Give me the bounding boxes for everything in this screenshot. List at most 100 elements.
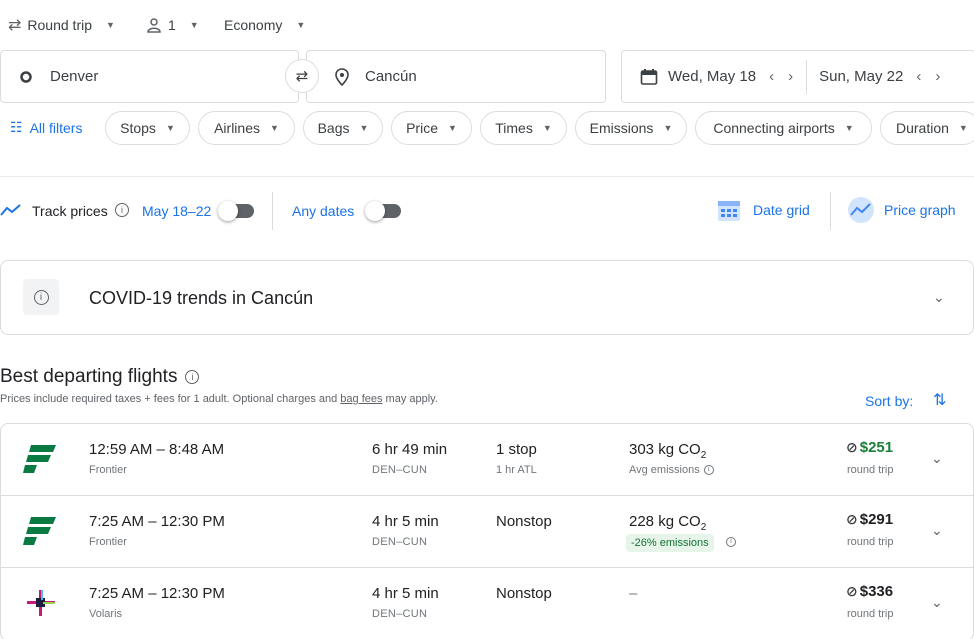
depart-date-value[interactable]: Wed, May 18 bbox=[668, 68, 756, 85]
any-dates-label: Any dates bbox=[292, 203, 355, 219]
return-date-value[interactable]: Sun, May 22 bbox=[819, 68, 903, 85]
chip-label: Emissions bbox=[589, 120, 654, 136]
track-dates-toggle[interactable] bbox=[218, 201, 254, 221]
caret-down-icon: ▼ bbox=[189, 20, 199, 30]
price-graph-button[interactable]: Price graph bbox=[846, 196, 956, 224]
filter-chip-price[interactable]: Price ▼ bbox=[391, 111, 472, 145]
filter-chip-emissions[interactable]: Emissions ▼ bbox=[575, 111, 687, 145]
filter-chip-duration[interactable]: Duration ▼ bbox=[880, 111, 974, 145]
origin-value: Denver bbox=[50, 68, 99, 85]
chip-label: Duration bbox=[896, 120, 949, 136]
date-grid-label: Date grid bbox=[753, 202, 810, 218]
filter-chip-stops[interactable]: Stops ▼ bbox=[105, 111, 190, 145]
covid-card[interactable]: i COVID-19 trends in Cancún ⌄ bbox=[0, 260, 974, 335]
trip-type-select[interactable]: ⇄ Round trip ▼ bbox=[8, 14, 115, 36]
airline-name: Frontier bbox=[89, 536, 127, 548]
return-prev-icon[interactable]: ‹ bbox=[909, 68, 928, 85]
flight-times: 7:25 AM – 12:30 PM bbox=[89, 585, 225, 602]
flight-times: 7:25 AM – 12:30 PM bbox=[89, 513, 225, 530]
date-field[interactable]: Wed, May 18 ‹ › Sun, May 22 ‹ › bbox=[621, 50, 974, 103]
filter-chip-airlines[interactable]: Airlines ▼ bbox=[198, 111, 295, 145]
flight-row[interactable]: 12:59 AM – 8:48 AM Frontier 6 hr 49 min … bbox=[1, 424, 973, 496]
bag-fees-link[interactable]: bag fees bbox=[340, 393, 382, 405]
destination-field[interactable]: Cancún bbox=[306, 50, 606, 103]
any-dates-toggle[interactable] bbox=[365, 201, 401, 221]
covid-title: COVID-19 trends in Cancún bbox=[89, 288, 314, 308]
price-value: $251 bbox=[859, 439, 894, 456]
airline-name: Volaris bbox=[89, 608, 123, 620]
emissions-note: Avg emissions i bbox=[629, 464, 714, 476]
caret-down-icon: ▼ bbox=[542, 123, 552, 133]
filter-sliders-icon: ☷ bbox=[10, 119, 23, 135]
co2-emissions: 303 kg CO2 bbox=[629, 441, 706, 461]
chevron-down-icon[interactable]: ⌄ bbox=[931, 450, 943, 467]
sort-by-button[interactable]: Sort by: bbox=[865, 393, 913, 409]
divider bbox=[272, 192, 273, 230]
filter-chip-times[interactable]: Times ▼ bbox=[480, 111, 567, 145]
chevron-down-icon[interactable]: ⌄ bbox=[933, 289, 945, 306]
chip-label: Times bbox=[495, 120, 533, 136]
return-next-icon[interactable]: › bbox=[928, 68, 947, 85]
info-icon[interactable]: i bbox=[703, 465, 714, 475]
price-value: $291 bbox=[859, 511, 894, 528]
info-icon: i bbox=[23, 279, 59, 315]
subtitle-text: Prices include required taxes + fees for… bbox=[0, 393, 341, 405]
flight-price: ⊘ $336 bbox=[846, 583, 893, 600]
location-pin-icon bbox=[335, 67, 349, 86]
no-bag-icon: ⊘ bbox=[846, 583, 858, 599]
price-type: round trip bbox=[847, 608, 894, 620]
price-graph-icon bbox=[848, 197, 874, 223]
results-subtitle: Prices include required taxes + fees for… bbox=[0, 393, 438, 405]
destination-value: Cancún bbox=[365, 68, 417, 85]
cabin-label: Economy bbox=[224, 17, 283, 33]
trip-type-label: Round trip bbox=[27, 17, 92, 33]
flight-row[interactable]: 7:25 AM – 12:30 PM Volaris 4 hr 5 min DE… bbox=[1, 568, 973, 639]
info-icon[interactable]: i bbox=[726, 537, 736, 547]
passengers-select[interactable]: 1 ▼ bbox=[146, 14, 199, 36]
chip-label: Stops bbox=[120, 120, 156, 136]
caret-down-icon: ▼ bbox=[106, 20, 115, 30]
frontier-logo-icon bbox=[23, 517, 56, 545]
filter-chip-connecting-airports[interactable]: Connecting airports ▼ bbox=[695, 111, 872, 145]
depart-prev-icon[interactable]: ‹ bbox=[762, 68, 781, 85]
origin-field[interactable]: Denver bbox=[0, 50, 299, 103]
info-icon[interactable]: i bbox=[185, 370, 200, 384]
divider bbox=[830, 192, 831, 230]
origin-circle-icon bbox=[20, 70, 32, 83]
toggle-knob bbox=[218, 201, 238, 221]
filter-chip-bags[interactable]: Bags ▼ bbox=[303, 111, 383, 145]
all-filters-label: All filters bbox=[29, 119, 83, 136]
flight-route: DEN–CUN bbox=[372, 608, 428, 620]
subtitle-text: may apply. bbox=[382, 393, 438, 405]
co2-value: 303 kg CO bbox=[629, 441, 701, 458]
caret-down-icon: ▼ bbox=[958, 123, 968, 133]
divider bbox=[0, 176, 974, 177]
airline-name: Frontier bbox=[89, 464, 127, 476]
price-value: $336 bbox=[859, 583, 894, 600]
flight-results-list: 12:59 AM – 8:48 AM Frontier 6 hr 49 min … bbox=[0, 423, 974, 639]
swap-arrows-icon: ⇄ bbox=[8, 17, 22, 34]
all-filters-button[interactable]: ☷ All filters bbox=[10, 119, 82, 136]
stop-detail: 1 hr ATL bbox=[496, 464, 537, 476]
chevron-down-icon[interactable]: ⌄ bbox=[931, 594, 943, 611]
date-divider bbox=[806, 59, 808, 94]
caret-down-icon: ▼ bbox=[663, 123, 673, 133]
cabin-select[interactable]: Economy ▼ bbox=[224, 14, 305, 36]
chevron-down-icon[interactable]: ⌄ bbox=[931, 522, 943, 539]
depart-next-icon[interactable]: › bbox=[781, 68, 800, 85]
co2-subscript: 2 bbox=[700, 522, 707, 533]
info-icon[interactable]: i bbox=[115, 203, 129, 217]
flight-route: DEN–CUN bbox=[372, 536, 428, 548]
sort-arrows-icon[interactable]: ⇅ bbox=[933, 390, 946, 410]
calendar-icon bbox=[640, 68, 658, 85]
swap-icon: ⇄ bbox=[295, 68, 309, 85]
flight-route: DEN–CUN bbox=[372, 464, 428, 476]
flight-duration: 4 hr 5 min bbox=[372, 513, 439, 530]
date-grid-button[interactable]: Date grid bbox=[716, 197, 810, 223]
flight-row[interactable]: 7:25 AM – 12:30 PM Frontier 4 hr 5 min D… bbox=[1, 496, 973, 568]
caret-down-icon: ▼ bbox=[359, 123, 369, 133]
swap-button[interactable]: ⇄ bbox=[285, 59, 319, 93]
chip-label: Price bbox=[406, 120, 438, 136]
flight-stops: Nonstop bbox=[496, 585, 552, 602]
volaris-logo-icon bbox=[27, 590, 55, 616]
